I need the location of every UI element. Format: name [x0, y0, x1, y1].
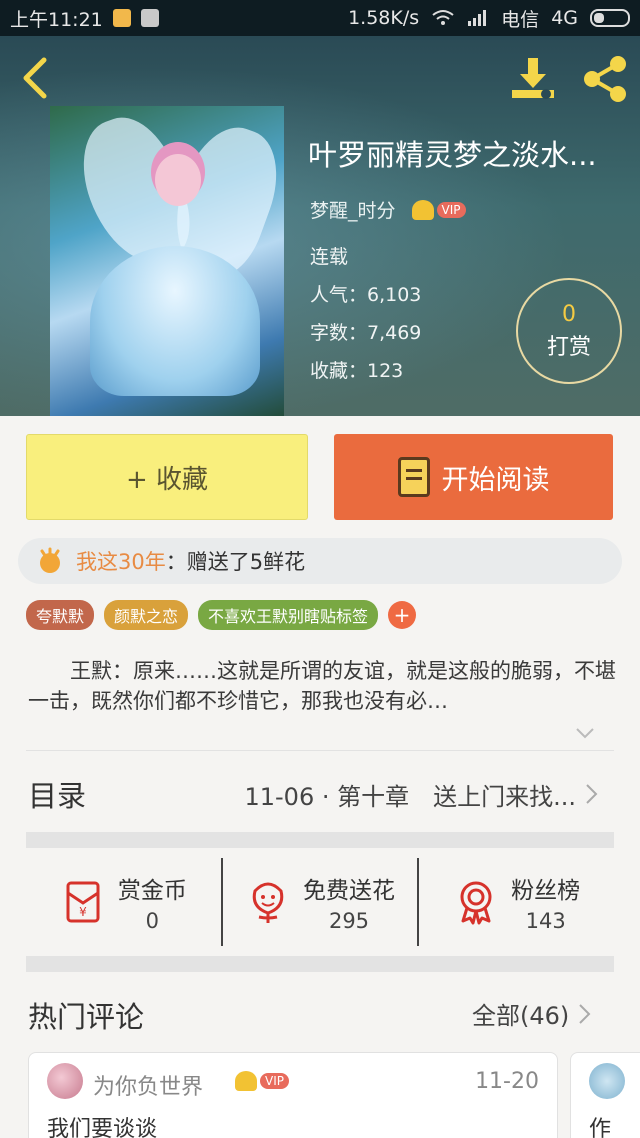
- book-title: 叶罗丽精灵梦之淡水...: [308, 138, 597, 172]
- crown-icon: [411, 199, 434, 220]
- comment-username[interactable]: 为你负世界: [93, 1069, 203, 1101]
- back-arrow-icon[interactable]: [18, 56, 52, 100]
- network-speed: 1.58K/s: [348, 7, 420, 29]
- latest-chapter: 11-06 · 第十章 送上门来找...: [244, 782, 576, 811]
- status-bar: 上午11:21 1.58K/s 电信 4G: [0, 0, 640, 36]
- red-envelope-icon: ¥: [66, 881, 100, 923]
- network-type: 4G: [551, 7, 578, 29]
- stat-name: 赏金币: [117, 878, 187, 904]
- stat-fan-ranking[interactable]: 粉丝榜 143: [417, 858, 614, 946]
- comment-card[interactable]: 作: [570, 1052, 640, 1138]
- book-icon: [397, 457, 430, 497]
- toc-label: 目录: [28, 779, 87, 813]
- author-name[interactable]: 梦醒_时分: [310, 196, 396, 223]
- vip-label: VIP: [260, 1073, 289, 1089]
- share-icon[interactable]: [580, 54, 630, 104]
- message-notification-icon: [112, 9, 131, 27]
- reward-button[interactable]: 0 打赏: [516, 278, 622, 384]
- tag-item[interactable]: 不喜欢王默别瞎贴标签: [198, 600, 379, 630]
- add-tag-button[interactable]: +: [388, 601, 417, 629]
- avatar[interactable]: [589, 1063, 625, 1099]
- svg-text:¥: ¥: [79, 905, 87, 919]
- vip-label: VIP: [436, 201, 466, 218]
- author-vip-badge: VIP: [411, 199, 466, 220]
- comment-text: 我们要谈谈: [47, 1117, 158, 1138]
- expand-chevron-icon[interactable]: [574, 722, 596, 744]
- divider: [26, 750, 614, 751]
- stat-free-flowers[interactable]: 免费送花 295: [220, 858, 418, 946]
- book-status: 连载: [310, 246, 349, 268]
- cover-head: [155, 154, 201, 206]
- carrier-name: 电信: [501, 8, 540, 31]
- comment-vip-badge: VIP: [235, 1071, 289, 1091]
- flower-gift-icon: [40, 547, 60, 573]
- all-comments-label: 全部(46): [472, 1002, 570, 1030]
- book-header: 叶罗丽精灵梦之淡水... 梦醒_时分 VIP 连载 人气：6,103 字数：7,…: [0, 36, 640, 416]
- medal-icon: [460, 881, 492, 925]
- tag-item[interactable]: 夸默默: [26, 600, 95, 630]
- section-separator: [26, 956, 614, 972]
- stat-value: 0: [145, 909, 160, 933]
- avatar[interactable]: [47, 1063, 83, 1099]
- add-favorite-button[interactable]: + 收藏: [26, 434, 308, 520]
- status-time: 上午11:21: [10, 8, 103, 31]
- start-reading-button[interactable]: 开始阅读: [334, 434, 613, 520]
- author-row: 梦醒_时分 VIP: [310, 196, 466, 223]
- stat-name: 免费送花: [303, 878, 395, 904]
- stats-row: ¥ 赏金币 0 免费送花 295 粉丝榜 143: [26, 858, 614, 946]
- cover-dress: [90, 246, 260, 396]
- book-cover-image[interactable]: [50, 106, 284, 416]
- stat-value: 143: [525, 909, 566, 933]
- crown-icon: [235, 1071, 257, 1091]
- comment-date: 11-20: [475, 1069, 539, 1094]
- reward-count: 0: [562, 301, 576, 327]
- chevron-right-icon: [579, 1003, 591, 1024]
- reward-label: 打赏: [546, 334, 591, 360]
- document-notification-icon: [140, 9, 159, 27]
- book-word-count: 字数：7,469: [310, 322, 422, 344]
- chevron-right-icon: [586, 784, 598, 804]
- hot-comments-title: 热门评论: [28, 1000, 145, 1034]
- tag-list: 夸默默 颜默之恋 不喜欢王默别瞎贴标签 +: [26, 600, 417, 630]
- add-favorite-label: + 收藏: [125, 464, 209, 495]
- stat-value: 295: [328, 909, 370, 933]
- tag-item[interactable]: 颜默之恋: [104, 600, 189, 630]
- gift-user: 我这30年: [76, 550, 166, 574]
- wifi-icon: [432, 10, 454, 25]
- stat-gold-coins[interactable]: ¥ 赏金币 0: [26, 858, 221, 946]
- start-reading-label: 开始阅读: [441, 464, 550, 496]
- table-of-contents-row[interactable]: 目录 11-06 · 第十章 送上门来找...: [28, 772, 600, 816]
- comment-card[interactable]: 为你负世界 VIP 11-20 我们要谈谈: [28, 1052, 558, 1138]
- stat-name: 粉丝榜: [511, 878, 581, 904]
- section-separator: [26, 832, 614, 848]
- gift-message: ：赠送了5鲜花: [165, 550, 306, 574]
- signal-icon: [468, 10, 487, 26]
- download-icon[interactable]: [508, 56, 558, 102]
- book-favorites: 收藏：123: [310, 360, 404, 382]
- gift-banner[interactable]: 我这30年 ：赠送了5鲜花: [18, 538, 622, 584]
- comment-text: 作: [589, 1117, 612, 1138]
- book-popularity: 人气：6,103: [310, 284, 422, 306]
- flower-icon: [252, 882, 284, 923]
- battery-icon: [590, 9, 630, 27]
- all-comments-link[interactable]: 全部(46): [472, 996, 593, 1031]
- book-description: 王默：原来……这就是所谓的友谊，就是这般的脆弱，不堪一击，既然你们都不珍惜它，那…: [28, 659, 616, 713]
